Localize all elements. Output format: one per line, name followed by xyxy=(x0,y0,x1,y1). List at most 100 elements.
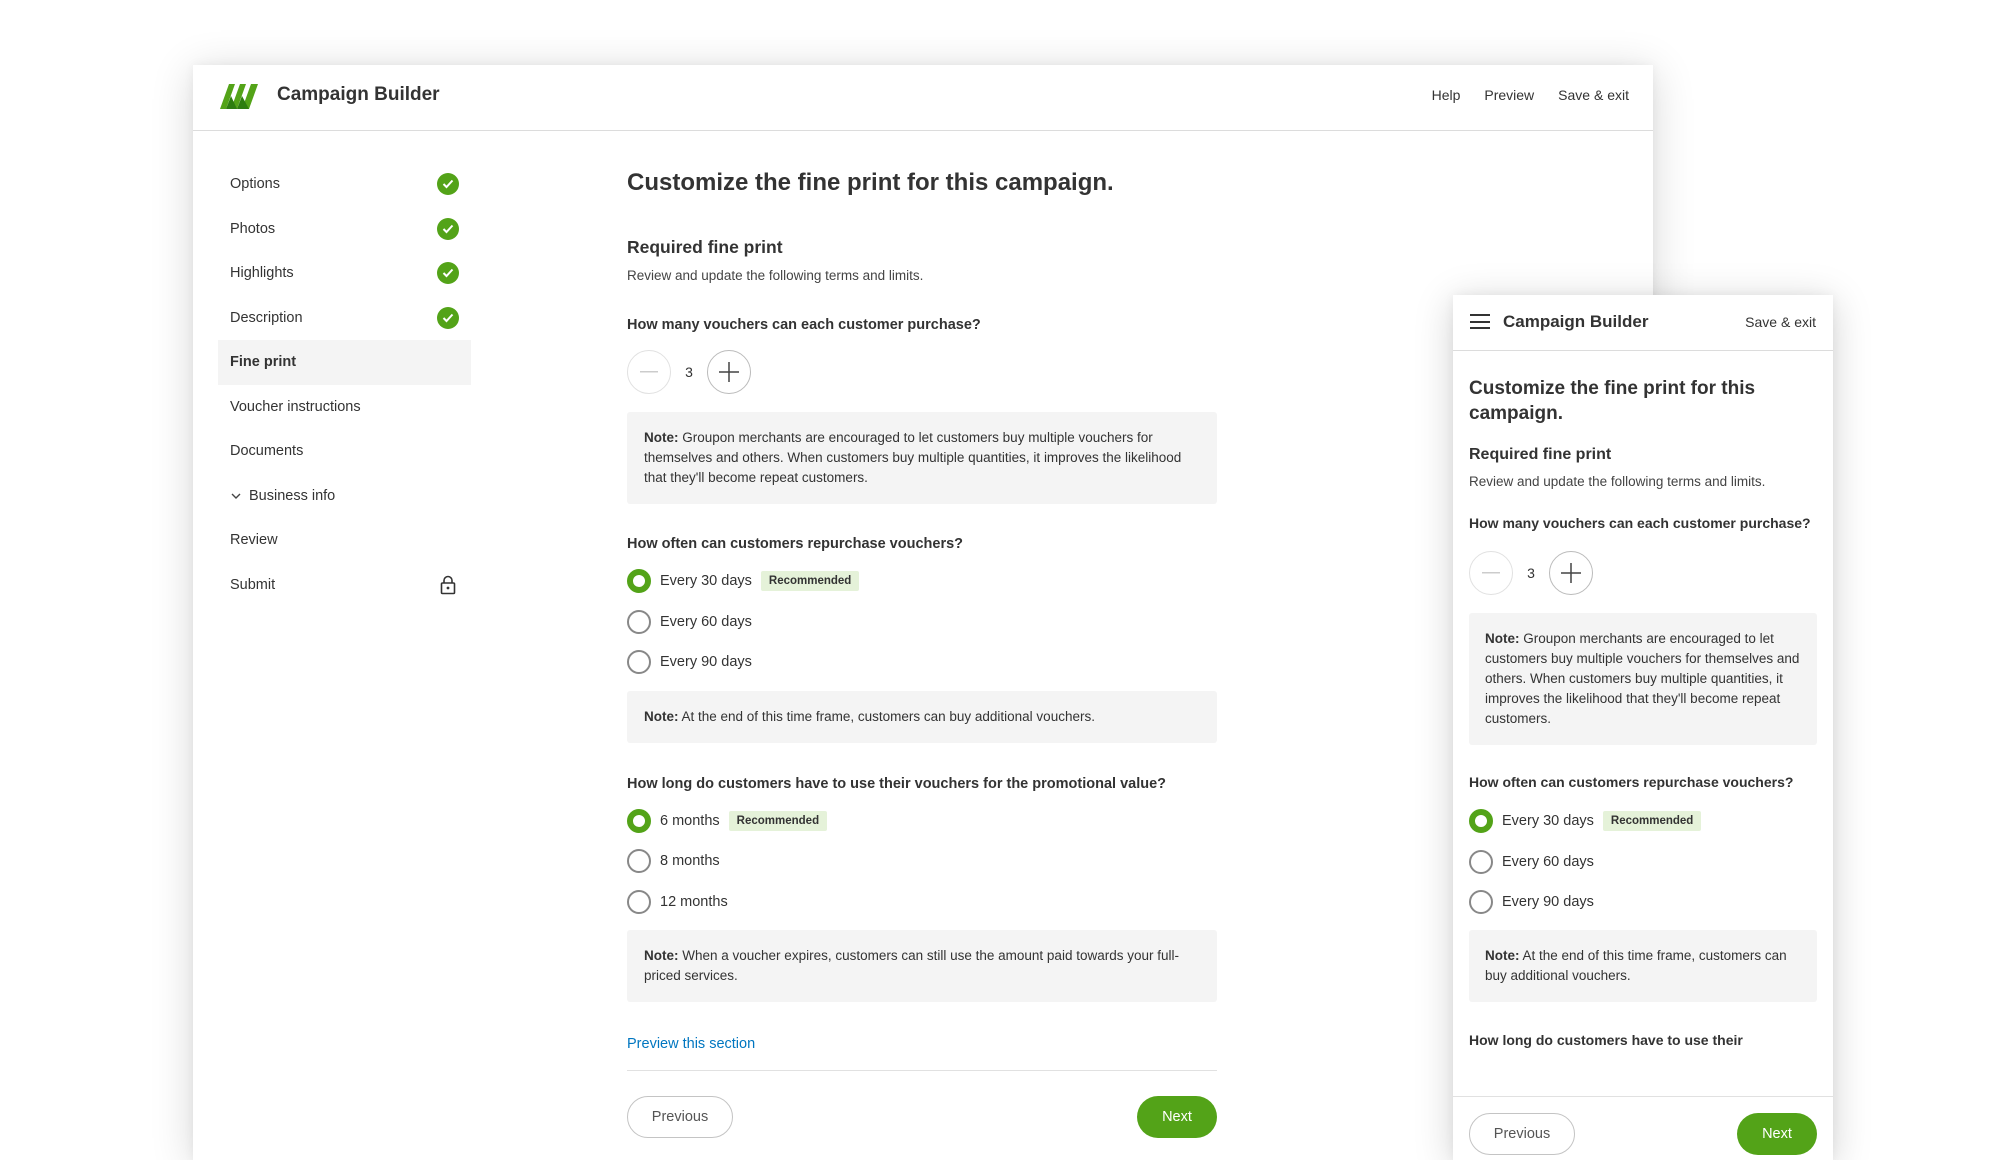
radio-unselected-icon xyxy=(627,650,651,675)
sidebar-item-label: Voucher instructions xyxy=(230,398,361,415)
radio-selected-icon xyxy=(1469,809,1493,834)
sidebar-item-label: Review xyxy=(230,532,278,549)
radio-unselected-icon xyxy=(1469,849,1493,874)
hamburger-menu-icon[interactable] xyxy=(1470,314,1490,329)
radio-8-months[interactable]: 8 months xyxy=(627,841,1217,882)
radio-6-months[interactable]: 6 months Recommended xyxy=(627,801,1217,842)
desktop-window: Campaign Builder Help Preview Save & exi… xyxy=(193,65,1653,1160)
mobile-content: Customize the fine print for this campai… xyxy=(1469,351,1817,1096)
note-text: Groupon merchants are encouraged to let … xyxy=(1485,631,1800,726)
header-nav: Help Preview Save & exit xyxy=(1432,87,1629,103)
radio-label: Every 60 days xyxy=(660,613,752,630)
plus-icon xyxy=(719,362,739,382)
decrement-button[interactable] xyxy=(627,350,671,394)
footer-divider xyxy=(627,1070,1217,1071)
mobile-increment-button[interactable] xyxy=(1549,551,1593,595)
mobile-repurchase-note: Note: At the end of this time frame, cus… xyxy=(1469,929,1817,1002)
mobile-vouchers-note: Note: Groupon merchants are encouraged t… xyxy=(1469,613,1817,745)
sidebar-item-label: Highlights xyxy=(230,265,294,282)
sidebar-item-label: Photos xyxy=(230,220,276,237)
sidebar-item-photos[interactable]: Photos xyxy=(218,207,471,252)
validity-radio-group: 6 months Recommended 8 months 12 months xyxy=(627,801,1217,923)
sidebar-item-highlights[interactable]: Highlights xyxy=(218,251,471,296)
radio-every-60-days[interactable]: Every 60 days xyxy=(627,602,1217,643)
mobile-repurchase-frequency-label: How often can customers repurchase vouch… xyxy=(1469,774,1794,790)
recommended-badge: Recommended xyxy=(1602,811,1702,832)
sidebar-item-business-info[interactable]: Business info xyxy=(218,474,471,519)
radio-label: Every 90 days xyxy=(660,654,752,671)
radio-label: Every 60 days xyxy=(1502,853,1594,870)
radio-selected-icon xyxy=(627,808,651,833)
sidebar-item-review[interactable]: Review xyxy=(218,518,471,563)
lock-icon xyxy=(437,574,459,596)
note-label: Note: xyxy=(644,948,679,963)
repurchase-radio-group: Every 30 days Recommended Every 60 days … xyxy=(627,561,1217,683)
mobile-radio-every-90-days[interactable]: Every 90 days xyxy=(1469,882,1817,923)
sidebar-item-label: Business info xyxy=(249,487,336,504)
sidebar-item-voucher-instructions[interactable]: Voucher instructions xyxy=(218,385,471,430)
recommended-badge: Recommended xyxy=(728,810,828,831)
repurchase-note: Note: At the end of this time frame, cus… xyxy=(627,690,1217,743)
check-circle-icon xyxy=(437,173,459,195)
recommended-badge: Recommended xyxy=(760,571,860,592)
sidebar-item-fine-print[interactable]: Fine print xyxy=(218,340,471,385)
section-subtitle: Review and update the following terms an… xyxy=(627,268,924,283)
preview-section-link[interactable]: Preview this section xyxy=(627,1035,1217,1053)
mobile-section-title: Required fine print xyxy=(1469,446,1612,463)
mobile-window: Campaign Builder Save & exit Customize t… xyxy=(1453,295,1833,1160)
note-text: At the end of this time frame, customers… xyxy=(678,708,1095,724)
sidebar-item-options[interactable]: Options xyxy=(218,162,471,207)
minus-icon xyxy=(640,371,658,373)
mobile-app-title: Campaign Builder xyxy=(1503,312,1649,331)
radio-label: 12 months xyxy=(660,893,728,910)
help-link[interactable]: Help xyxy=(1432,87,1461,103)
previous-button[interactable]: Previous xyxy=(627,1096,733,1138)
chevron-down-icon xyxy=(231,493,241,499)
sidebar-item-label: Options xyxy=(230,176,280,193)
radio-every-90-days[interactable]: Every 90 days xyxy=(627,642,1217,683)
mobile-next-button[interactable]: Next xyxy=(1737,1113,1817,1155)
radio-label: Every 30 days xyxy=(660,573,752,590)
sidebar-item-submit[interactable]: Submit xyxy=(218,563,471,608)
sidebar-item-description[interactable]: Description xyxy=(218,296,471,341)
mobile-decrement-button[interactable] xyxy=(1469,551,1513,595)
repurchase-frequency-label: How often can customers repurchase vouch… xyxy=(627,536,964,552)
radio-label: Every 30 days xyxy=(1502,813,1594,830)
form-footer: Previous Next xyxy=(627,1096,1217,1138)
save-exit-link[interactable]: Save & exit xyxy=(1558,87,1629,103)
mobile-previous-button[interactable]: Previous xyxy=(1469,1113,1575,1155)
sidebar-item-documents[interactable]: Documents xyxy=(218,429,471,474)
mobile-radio-every-60-days[interactable]: Every 60 days xyxy=(1469,842,1817,883)
radio-12-months[interactable]: 12 months xyxy=(627,882,1217,923)
validity-note: Note: When a voucher expires, customers … xyxy=(627,930,1217,1002)
mobile-voucher-validity-label: How long do customers have to use their xyxy=(1469,1031,1743,1048)
mobile-page-title: Customize the fine print for this campai… xyxy=(1469,378,1756,424)
sidebar-item-label: Submit xyxy=(230,576,276,593)
mobile-quantity-stepper: 3 xyxy=(1469,551,1817,595)
mobile-save-exit-link[interactable]: Save & exit xyxy=(1745,314,1816,330)
radio-unselected-icon xyxy=(627,849,651,874)
voucher-validity-label: How long do customers have to use their … xyxy=(627,775,1166,792)
radio-unselected-icon xyxy=(1469,890,1493,915)
mobile-radio-every-30-days[interactable]: Every 30 days Recommended xyxy=(1469,801,1817,842)
top-header: Campaign Builder Help Preview Save & exi… xyxy=(193,65,1653,131)
plus-icon xyxy=(1561,563,1581,583)
app-title: Campaign Builder xyxy=(277,84,440,105)
sidebar-item-label: Description xyxy=(230,309,303,326)
mobile-repurchase-radio-group: Every 30 days Recommended Every 60 days … xyxy=(1469,801,1817,923)
mobile-quantity-value: 3 xyxy=(1527,565,1535,581)
note-text: At the end of this time frame, customers… xyxy=(1485,947,1787,983)
check-circle-icon xyxy=(437,262,459,284)
increment-button[interactable] xyxy=(707,350,751,394)
radio-every-30-days[interactable]: Every 30 days Recommended xyxy=(627,561,1217,602)
note-text: Groupon merchants are encouraged to let … xyxy=(644,430,1182,485)
mobile-footer: Previous Next xyxy=(1453,1096,1833,1160)
note-label: Note: xyxy=(1485,947,1520,963)
section-title: Required fine print xyxy=(627,237,783,257)
next-button[interactable]: Next xyxy=(1137,1096,1217,1138)
preview-link[interactable]: Preview xyxy=(1484,87,1534,103)
quantity-stepper: 3 xyxy=(627,350,1217,394)
sidebar-nav: Options Photos Highlights Description Fi… xyxy=(218,162,471,607)
check-circle-icon xyxy=(437,306,459,329)
check-circle-icon xyxy=(437,217,459,240)
